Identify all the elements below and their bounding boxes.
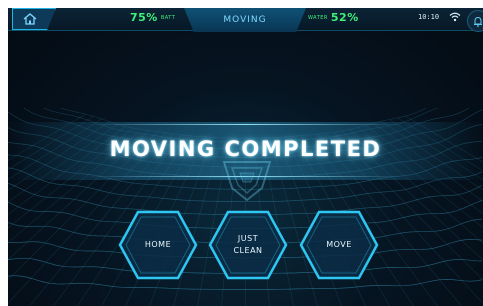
home-button[interactable]: HOME (118, 210, 198, 280)
water-label: WATER (308, 15, 328, 21)
home-icon (23, 13, 37, 25)
just-clean-button-label: JUST CLEAN (233, 234, 263, 255)
battery-indicator: 75% BATT (130, 11, 175, 24)
battery-value: 75% (130, 11, 158, 24)
robot-screen: 75% BATT MOVING WATER 52% 10:10 MOVING COM… (8, 8, 483, 306)
banner-top-line (88, 124, 403, 125)
battery-label: BATT (160, 15, 176, 21)
bell-icon (474, 16, 482, 27)
just-clean-button[interactable]: JUST CLEAN (208, 210, 288, 280)
water-value: 52% (330, 11, 359, 24)
move-button-label: MOVE (326, 240, 352, 249)
home-nav-button[interactable] (12, 8, 56, 30)
move-button[interactable]: MOVE (299, 210, 379, 280)
home-button-label: HOME (144, 240, 172, 249)
robot-emblem-icon (222, 161, 272, 202)
status-tab: MOVING (184, 8, 306, 32)
notification-button[interactable] (467, 10, 483, 32)
wifi-icon (449, 12, 461, 22)
top-status-bar: 75% BATT MOVING WATER 52% 10:10 (8, 8, 483, 32)
water-indicator: WATER 52% (308, 11, 359, 24)
clock: 10:10 (418, 13, 440, 21)
